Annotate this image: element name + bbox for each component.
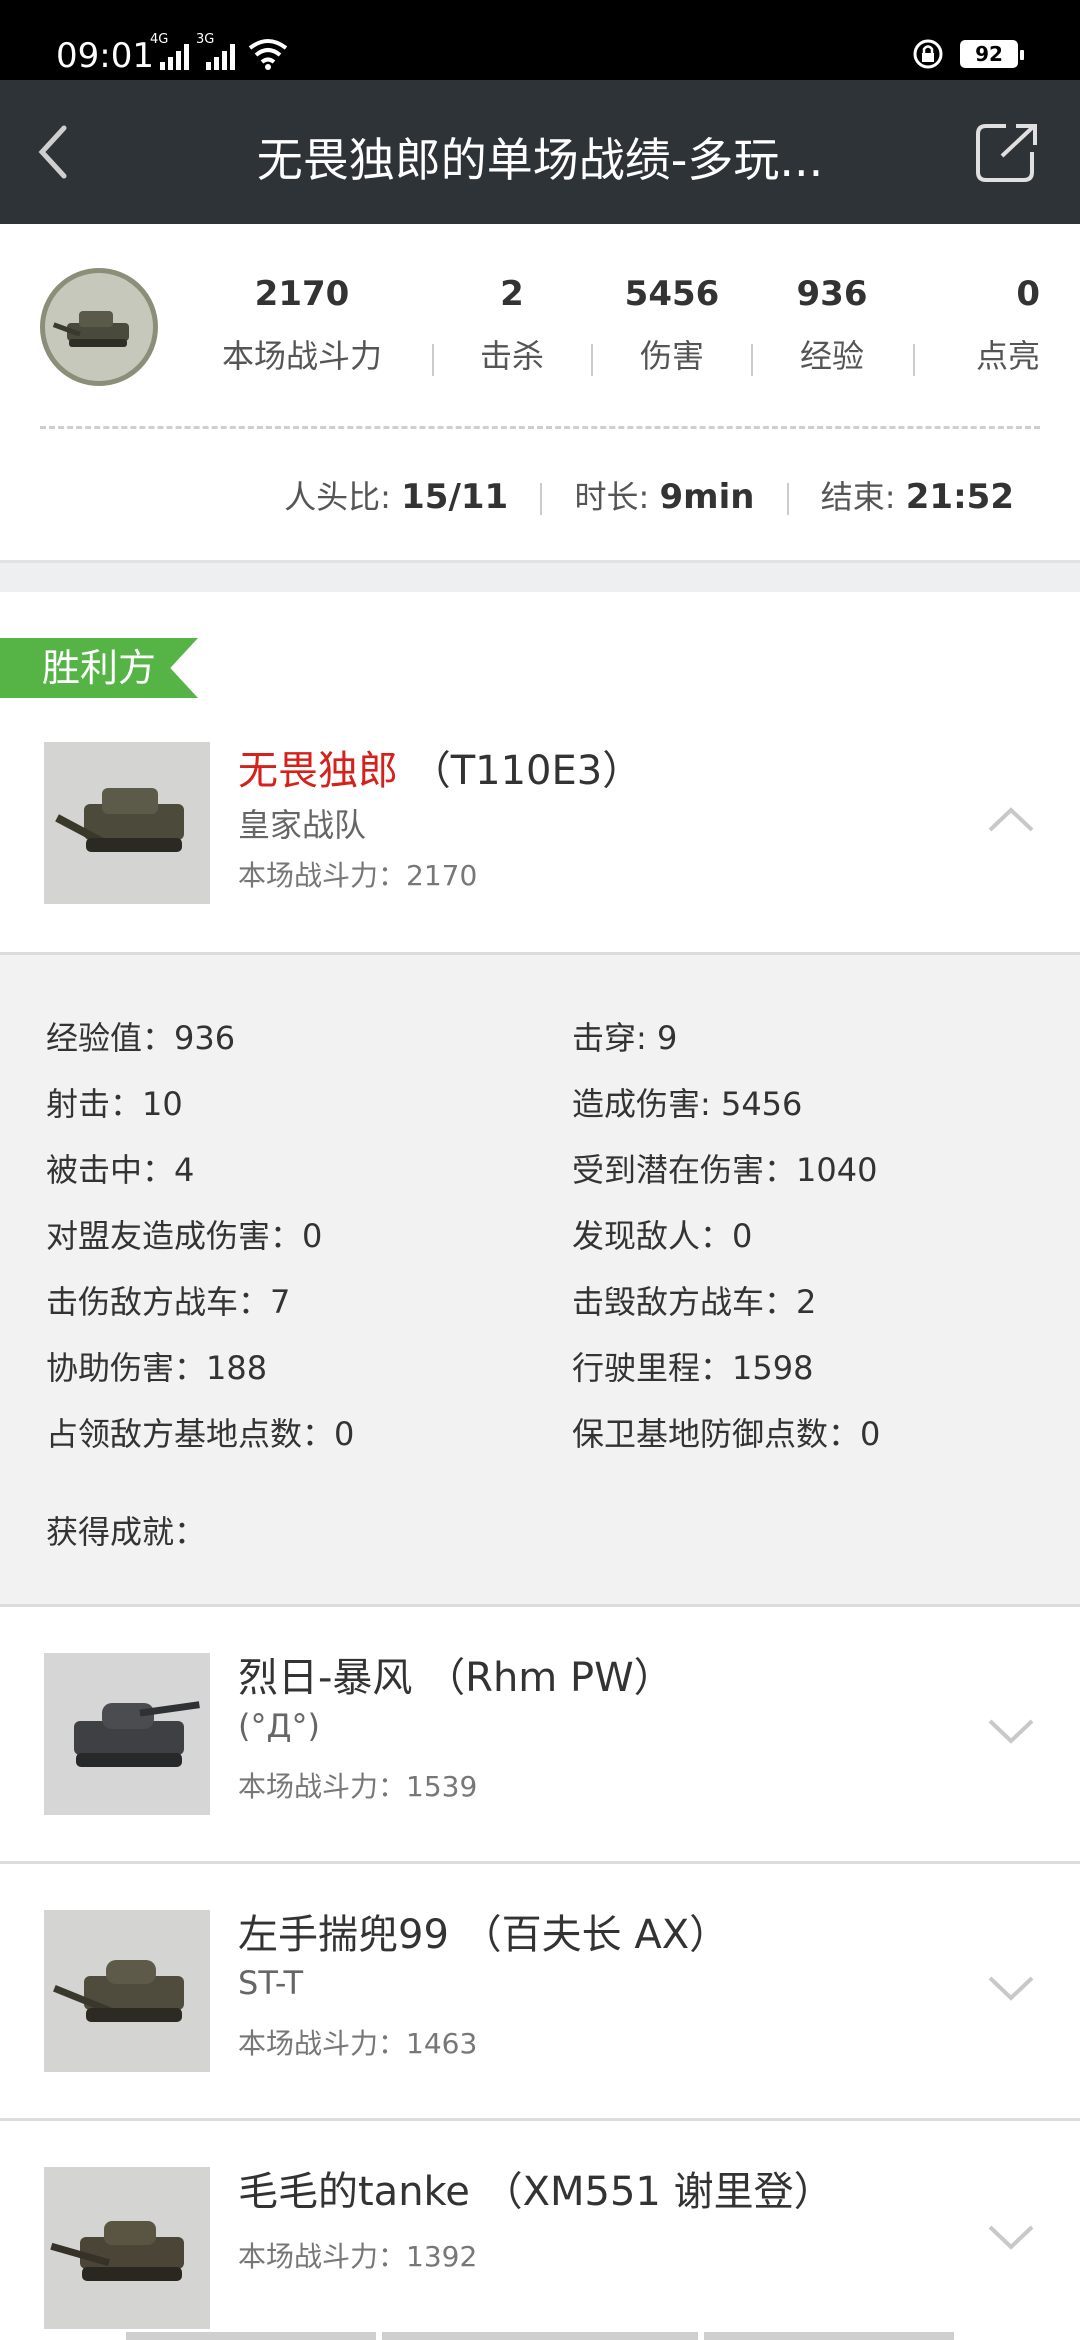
chevron-down-icon[interactable] <box>986 1717 1036 1747</box>
stat-experience: 936 经验 <box>796 274 868 375</box>
chevron-up-icon[interactable] <box>986 804 1036 834</box>
player-power: 本场战斗力：1392 <box>238 2240 478 2273</box>
chevron-down-icon[interactable] <box>986 2223 1036 2253</box>
detail-item: 造成伤害: 5456 <box>572 1085 803 1123</box>
status-bar: 09:01 4G 3G 92 <box>0 0 1080 80</box>
detail-item: 协助伤害：188 <box>46 1349 268 1387</box>
detail-item: 对盟友造成伤害：0 <box>46 1217 323 1255</box>
player-name: 烈日-暴风 （Rhm PW） <box>238 1645 674 1703</box>
detail-item: 射击：10 <box>46 1085 183 1123</box>
player-name: 毛毛的tanke （XM551 谢里登） <box>238 2159 834 2217</box>
wifi-icon <box>248 39 288 70</box>
tank-image <box>44 1653 210 1815</box>
tank-name: （XM551 谢里登） <box>482 2169 834 2215</box>
detail-item: 受到潜在伤害：1040 <box>572 1151 878 1189</box>
player-row[interactable]: 无畏独郎 （T110E3） 皇家战队 本场战斗力：2170 <box>0 724 1080 952</box>
battery-indicator: 92 <box>960 40 1024 68</box>
detail-item: 保卫基地防御点数：0 <box>572 1415 881 1453</box>
player-row[interactable]: 左手揣兜99 （百夫长 AX） ST-T 本场战斗力：1463 <box>0 1864 1080 2118</box>
chevron-down-icon[interactable] <box>986 1974 1036 2004</box>
duration-value: 9min <box>659 477 755 517</box>
player-name: 无畏独郎 （T110E3） <box>238 738 642 796</box>
detail-item: 占领敌方基地点数：0 <box>46 1415 355 1453</box>
detail-item: 击伤敌方战车：7 <box>46 1283 291 1321</box>
player-clan: ST-T <box>238 1964 304 2002</box>
detail-item: 经验值：936 <box>46 1019 236 1057</box>
duration-label: 时长: <box>574 478 650 516</box>
detail-item: 击毁敌方战车：2 <box>572 1283 817 1321</box>
stat-separator <box>591 344 593 376</box>
stat-separator <box>913 344 915 376</box>
stat-power: 2170 本场战斗力 <box>221 274 382 375</box>
end-time-value: 21:52 <box>905 477 1014 517</box>
battle-info-row: 人头比: 15/11 时长: 9min 结束: 21:52 <box>284 472 1014 518</box>
player-power: 本场战斗力：1539 <box>238 1770 478 1803</box>
stat-kills: 2 击杀 <box>479 274 544 375</box>
player-name-text: 毛毛的tanke <box>238 2169 470 2215</box>
stat-separator <box>432 344 434 376</box>
detail-item: 击穿: 9 <box>572 1019 678 1057</box>
end-time-label: 结束: <box>820 478 896 516</box>
achievements-label: 获得成就： <box>46 1513 207 1551</box>
status-time: 09:01 <box>56 36 154 76</box>
player-power: 本场战斗力：2170 <box>238 859 478 892</box>
player-clan: (°Д°) <box>238 1707 320 1745</box>
nav-bar: 无畏独郎的单场战绩-多玩... <box>0 80 1080 224</box>
player-power: 本场战斗力：1463 <box>238 2027 478 2060</box>
detail-item: 发现敌人：0 <box>572 1217 753 1255</box>
tank-name: （Rhm PW） <box>425 1655 674 1701</box>
page-title: 无畏独郎的单场战绩-多玩... <box>256 133 824 187</box>
player-row[interactable]: 烈日-暴风 （Rhm PW） (°Д°) 本场战斗力：1539 <box>0 1607 1080 1861</box>
player-name-text: 左手揣兜99 <box>238 1912 449 1958</box>
tank-image <box>44 742 210 904</box>
share-icon[interactable] <box>972 120 1042 186</box>
back-icon[interactable] <box>30 120 80 184</box>
tank-image <box>44 2167 210 2329</box>
detail-item: 被击中：4 <box>46 1151 195 1189</box>
network-type-label-2: 3G <box>196 32 215 47</box>
dashed-divider <box>40 426 1040 429</box>
victory-team-tag: 胜利方 <box>0 638 198 698</box>
player-name-text: 烈日-暴风 <box>238 1655 413 1701</box>
player-clan: 皇家战队 <box>238 806 367 844</box>
player-details-panel: 经验值：936 射击：10 被击中：4 对盟友造成伤害：0 击伤敌方战车：7 协… <box>0 952 1080 1604</box>
stat-separator <box>751 344 753 376</box>
tank-image <box>44 1910 210 2072</box>
detail-item: 行驶里程：1598 <box>572 1349 814 1387</box>
battle-summary: 2170 本场战斗力 2 击杀 5456 伤害 936 经验 0 点亮 人头比:… <box>0 224 1080 560</box>
tank-name: （百夫长 AX） <box>461 1912 730 1958</box>
tank-name: （T110E3） <box>410 748 643 794</box>
network-type-label: 4G <box>150 32 169 47</box>
stat-spotted: 0 点亮 <box>975 274 1040 375</box>
bottom-tab-bar <box>0 2332 1080 2340</box>
stat-damage: 5456 伤害 <box>624 274 720 375</box>
player-name-highlight: 无畏独郎 <box>238 748 398 794</box>
section-gap <box>0 560 1080 592</box>
ratio-value: 15/11 <box>401 477 509 517</box>
rotation-lock-icon <box>913 39 943 69</box>
player-row[interactable]: 毛毛的tanke （XM551 谢里登） 本场战斗力：1392 <box>0 2121 1080 2340</box>
ratio-label: 人头比: <box>284 478 391 516</box>
player-name: 左手揣兜99 （百夫长 AX） <box>238 1902 729 1960</box>
